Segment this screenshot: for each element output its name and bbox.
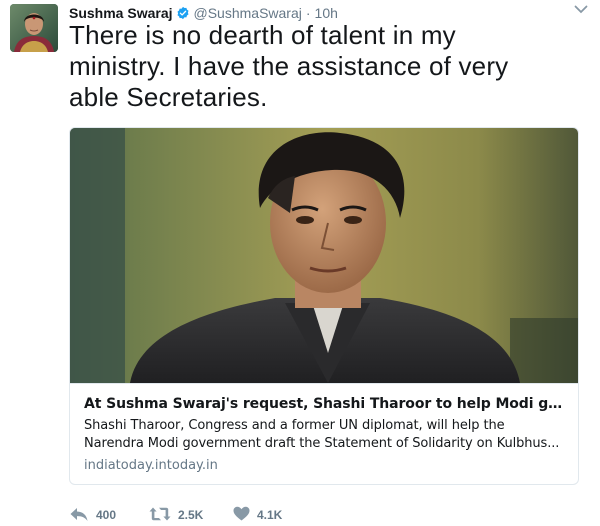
verified-badge-icon <box>176 6 190 20</box>
card-body: At Sushma Swaraj's request, Shashi Tharo… <box>70 383 578 484</box>
retweet-icon <box>149 506 171 525</box>
avatar[interactable] <box>10 4 58 52</box>
tweet-timestamp[interactable]: 10h <box>315 5 338 21</box>
like-count: 4.1K <box>257 508 283 522</box>
card-description-line: Shashi Tharoor, Congress and a former UN… <box>84 418 505 433</box>
retweet-button[interactable]: 2.5K <box>149 506 233 525</box>
heart-icon <box>233 506 250 524</box>
card-domain[interactable]: indiatoday.intoday.in <box>84 457 568 475</box>
link-card[interactable]: At Sushma Swaraj's request, Shashi Tharo… <box>69 127 579 485</box>
card-description-line: Narendra Modi government draft the State… <box>84 436 560 451</box>
like-button[interactable]: 4.1K <box>233 506 313 524</box>
profile-photo-icon <box>10 4 58 52</box>
reply-icon <box>69 506 89 525</box>
author-name[interactable]: Sushma Swaraj <box>69 5 173 21</box>
tweet-text: There is no dearth of talent in my minis… <box>69 20 509 112</box>
tweet-actions: 400 2.5K 4.1K <box>69 505 313 525</box>
author-handle[interactable]: @SushmaSwaraj <box>194 5 302 21</box>
retweet-count: 2.5K <box>178 508 204 522</box>
reply-button[interactable]: 400 <box>69 506 149 525</box>
chevron-down-icon[interactable] <box>572 2 590 16</box>
tweet: Sushma Swaraj @SushmaSwaraj · 10h There … <box>0 0 600 526</box>
separator-dot: · <box>305 5 311 21</box>
reply-count: 400 <box>96 508 117 522</box>
card-title[interactable]: At Sushma Swaraj's request, Shashi Tharo… <box>84 395 568 413</box>
card-description: Shashi Tharoor, Congress and a former UN… <box>84 417 568 453</box>
article-photo-icon <box>70 128 578 383</box>
